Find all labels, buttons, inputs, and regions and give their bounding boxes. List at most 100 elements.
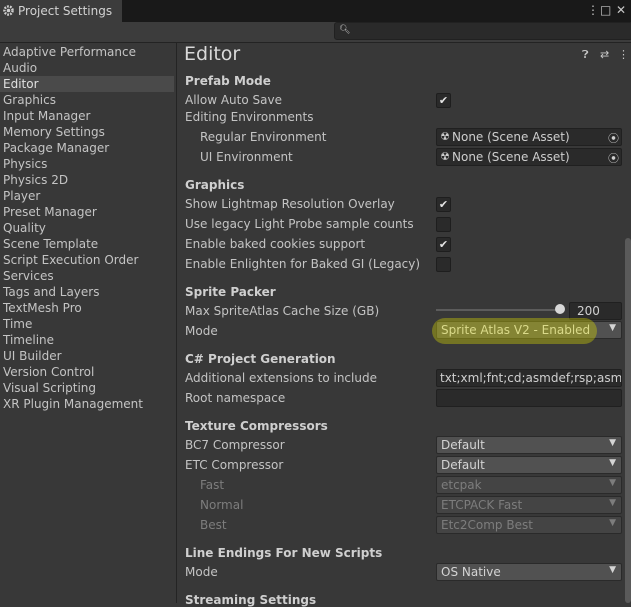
- additional-extensions-value: txt;xml;fnt;cd;asmdef;rsp;asmref: [440, 371, 622, 385]
- additional-extensions-label: Additional extensions to include: [185, 371, 377, 385]
- scene-asset-icon: ☢: [440, 130, 450, 143]
- sidebar-item-visual-scripting[interactable]: Visual Scripting: [0, 380, 174, 396]
- legacy-probe-label: Use legacy Light Probe sample counts: [185, 217, 414, 231]
- sidebar-item-physics-2d[interactable]: Physics 2D: [0, 172, 174, 188]
- allow-auto-save-checkbox[interactable]: ✔: [436, 93, 451, 108]
- settings-content: Editor ❓︎ ⇄ ⋮ Prefab Mode Allow Auto Sav…: [177, 43, 631, 607]
- etc-compressor-value: Default: [441, 458, 485, 472]
- legacy-probe-checkbox[interactable]: [436, 217, 451, 232]
- sidebar-item-ui-builder[interactable]: UI Builder: [0, 348, 174, 364]
- ui-environment-field[interactable]: ☢ None (Scene Asset) ⦿: [436, 148, 622, 166]
- close-icon[interactable]: ✕: [616, 3, 626, 17]
- sidebar-item-textmesh-pro[interactable]: TextMesh Pro: [0, 300, 174, 316]
- chevron-down-icon: ▼: [609, 518, 616, 528]
- normal-value: ETCPACK Fast: [441, 498, 523, 512]
- line-endings-mode-value: OS Native: [441, 565, 501, 579]
- baked-cookies-checkbox[interactable]: ✔: [436, 237, 451, 252]
- line-endings-mode-label: Mode: [185, 565, 218, 579]
- sidebar-item-input-manager[interactable]: Input Manager: [0, 108, 174, 124]
- sidebar-item-graphics[interactable]: Graphics: [0, 92, 174, 108]
- fast-dropdown[interactable]: etcpak ▼: [436, 476, 622, 494]
- sidebar-item-script-execution-order[interactable]: Script Execution Order: [0, 252, 174, 268]
- sprite-mode-label: Mode: [185, 324, 218, 338]
- additional-extensions-input[interactable]: txt;xml;fnt;cd;asmdef;rsp;asmref: [436, 369, 622, 387]
- allow-auto-save-label: Allow Auto Save: [185, 93, 282, 107]
- best-value: Etc2Comp Best: [441, 518, 533, 532]
- fast-label: Fast: [200, 478, 225, 492]
- sidebar-item-preset-manager[interactable]: Preset Manager: [0, 204, 174, 220]
- sidebar-item-tags-and-layers[interactable]: Tags and Layers: [0, 284, 174, 300]
- sidebar-item-memory-settings[interactable]: Memory Settings: [0, 124, 174, 140]
- kebab-menu-icon[interactable]: ⋮: [618, 48, 629, 61]
- section-prefab-mode: Prefab Mode: [185, 74, 271, 88]
- lightmap-overlay-label: Show Lightmap Resolution Overlay: [185, 197, 395, 211]
- sidebar-item-timeline[interactable]: Timeline: [0, 332, 174, 348]
- sidebar-item-xr-plugin-management[interactable]: XR Plugin Management: [0, 396, 174, 412]
- page-title: Editor: [184, 43, 241, 65]
- regular-environment-value: None (Scene Asset): [452, 130, 570, 144]
- sidebar-item-time[interactable]: Time: [0, 316, 174, 332]
- sidebar-item-physics[interactable]: Physics: [0, 156, 174, 172]
- kebab-menu-icon[interactable]: ⋮: [587, 3, 599, 17]
- cache-size-slider-thumb[interactable]: [555, 304, 565, 314]
- etc-compressor-label: ETC Compressor: [185, 458, 284, 472]
- ui-environment-label: UI Environment: [200, 150, 293, 164]
- line-endings-mode-dropdown[interactable]: OS Native ▼: [436, 563, 622, 581]
- yellow-highlight: [432, 318, 597, 344]
- project-settings-tab[interactable]: Project Settings: [0, 0, 122, 22]
- normal-label: Normal: [200, 498, 244, 512]
- regular-environment-field[interactable]: ☢ None (Scene Asset) ⦿: [436, 128, 622, 146]
- section-streaming-settings: Streaming Settings: [185, 593, 317, 607]
- sidebar-item-adaptive-performance[interactable]: Adaptive Performance: [0, 44, 174, 60]
- chevron-down-icon: ▼: [609, 478, 616, 488]
- sidebar-item-editor[interactable]: Editor: [0, 76, 174, 92]
- root-namespace-input[interactable]: [436, 389, 622, 407]
- etc-compressor-dropdown[interactable]: Default ▼: [436, 456, 622, 474]
- sidebar-item-quality[interactable]: Quality: [0, 220, 174, 236]
- chevron-down-icon: ▼: [609, 458, 616, 468]
- gear-icon: [3, 5, 14, 16]
- vertical-scrollbar[interactable]: [625, 238, 631, 603]
- cache-size-label: Max SpriteAtlas Cache Size (GB): [185, 304, 380, 318]
- search-input[interactable]: 🔍︎: [334, 22, 631, 40]
- cache-size-value: 200: [577, 304, 600, 318]
- normal-dropdown[interactable]: ETCPACK Fast ▼: [436, 496, 622, 514]
- preset-icon[interactable]: ⇄: [600, 48, 609, 61]
- sidebar-item-audio[interactable]: Audio: [0, 60, 174, 76]
- bc7-compressor-dropdown[interactable]: Default ▼: [436, 436, 622, 454]
- object-picker-icon[interactable]: ⦿: [608, 150, 619, 166]
- baked-cookies-label: Enable baked cookies support: [185, 237, 366, 251]
- chevron-down-icon: ▼: [609, 498, 616, 508]
- best-label: Best: [200, 518, 227, 532]
- section-sprite-packer: Sprite Packer: [185, 285, 276, 299]
- sidebar-item-package-manager[interactable]: Package Manager: [0, 140, 174, 156]
- tab-title: Project Settings: [18, 4, 113, 18]
- search-icon: 🔍︎: [339, 25, 351, 35]
- chevron-down-icon: ▼: [609, 323, 616, 333]
- sidebar-item-player[interactable]: Player: [0, 188, 174, 204]
- cache-size-slider-track[interactable]: [436, 309, 562, 311]
- sidebar-item-services[interactable]: Services: [0, 268, 174, 284]
- maximize-icon[interactable]: □: [600, 3, 611, 17]
- settings-sidebar: Adaptive Performance Audio Editor Graphi…: [0, 43, 176, 603]
- lightmap-overlay-checkbox[interactable]: ✔: [436, 197, 451, 212]
- bc7-compressor-value: Default: [441, 438, 485, 452]
- bc7-compressor-label: BC7 Compressor: [185, 438, 285, 452]
- section-graphics: Graphics: [185, 178, 245, 192]
- scene-asset-icon: ☢: [440, 150, 450, 163]
- regular-environment-label: Regular Environment: [200, 130, 327, 144]
- enlighten-checkbox[interactable]: [436, 257, 451, 272]
- fast-value: etcpak: [441, 478, 482, 492]
- editing-environments-label: Editing Environments: [185, 110, 314, 124]
- enlighten-label: Enable Enlighten for Baked GI (Legacy): [185, 257, 421, 271]
- help-icon[interactable]: ❓︎: [582, 48, 589, 62]
- root-namespace-label: Root namespace: [185, 391, 286, 405]
- sidebar-item-version-control[interactable]: Version Control: [0, 364, 174, 380]
- toolbar: 🔍︎: [0, 22, 631, 43]
- object-picker-icon[interactable]: ⦿: [608, 130, 619, 146]
- ui-environment-value: None (Scene Asset): [452, 150, 570, 164]
- best-dropdown[interactable]: Etc2Comp Best ▼: [436, 516, 622, 534]
- chevron-down-icon: ▼: [609, 438, 616, 448]
- sidebar-item-scene-template[interactable]: Scene Template: [0, 236, 174, 252]
- section-texture-compressors: Texture Compressors: [185, 419, 328, 433]
